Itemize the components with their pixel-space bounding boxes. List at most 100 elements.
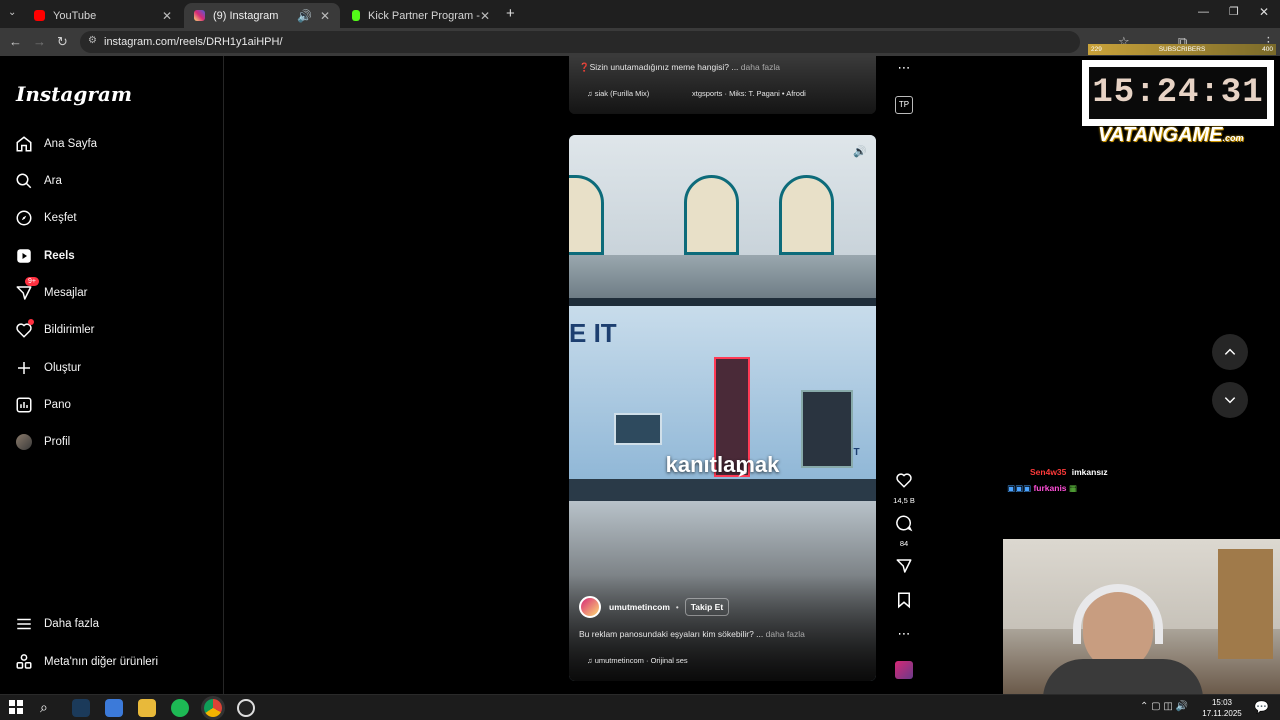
audio-text: umutmetincom · Orijinal ses	[594, 656, 688, 665]
close-tab-icon[interactable]: ✕	[162, 9, 172, 23]
author-username[interactable]: umutmetincom	[609, 602, 670, 612]
obs-icon[interactable]	[237, 699, 255, 717]
vatangame-logo: VATANGAME.com	[1098, 124, 1243, 147]
sidebar-item-search[interactable]: Ara	[14, 169, 62, 193]
site-info-icon[interactable]: ⚙	[88, 35, 97, 46]
mute-tab-icon[interactable]: 🔊	[297, 9, 312, 23]
chat-user: Sen4w35	[1030, 467, 1067, 477]
hamburger-icon	[14, 614, 34, 634]
reel-caption: Bu reklam panosundaki eşyaları kim sökeb…	[579, 629, 805, 639]
comment-icon	[896, 515, 913, 532]
home-icon	[14, 134, 34, 154]
store-icon[interactable]	[105, 699, 123, 717]
prev-reel-more-icon[interactable]: ⋯	[893, 60, 915, 76]
new-tab-button[interactable]: +	[506, 5, 515, 22]
system-tray-icons[interactable]: ⌃ ▢ ◫ 🔊	[1140, 701, 1188, 712]
sidebar-item-dashboard[interactable]: Pano	[14, 393, 71, 417]
previous-reel-audio[interactable]: ♫ siak (Furilla Mix)	[587, 89, 649, 98]
webcam-feed	[1003, 539, 1280, 694]
sidebar-item-profile[interactable]: Profil	[14, 430, 70, 454]
avatar-icon	[14, 432, 34, 452]
tab-youtube[interactable]: YouTube ✕	[24, 3, 182, 28]
close-tab-icon[interactable]: ✕	[320, 9, 330, 23]
sidebar-item-explore[interactable]: Keşfet	[14, 206, 77, 230]
balcony	[569, 255, 876, 300]
previous-reel-audio-2[interactable]: xtgsports · Miks: T. Pagani • Afrodi	[692, 89, 806, 98]
chat-message: ▣▣▣ furkanis ▦	[1007, 483, 1077, 494]
tab-title: Kick Partner Program - Kick Da	[368, 9, 480, 22]
save-button[interactable]	[893, 591, 915, 614]
audio-text: siak (Furilla Mix)	[594, 89, 650, 98]
file-explorer-icon[interactable]	[138, 699, 156, 717]
back-icon[interactable]: ←	[9, 34, 22, 49]
more-options-icon[interactable]: ⋯	[893, 626, 915, 642]
sidebar-item-home[interactable]: Ana Sayfa	[14, 132, 97, 156]
more-link[interactable]: daha fazla	[766, 629, 805, 639]
kick-icon	[352, 10, 361, 21]
notification-icon[interactable]: 💬	[1254, 700, 1269, 714]
windows-taskbar: ⌕ ⌃ ▢ ◫ 🔊 15:03 17.11.2025 💬	[0, 694, 1280, 720]
next-reel-button[interactable]	[1212, 382, 1248, 418]
spotify-icon[interactable]	[171, 699, 189, 717]
sidebar-item-reels[interactable]: Reels	[14, 244, 75, 268]
reels-icon	[14, 246, 34, 266]
prev-reel-audio-thumb[interactable]: TP	[893, 94, 915, 114]
taskbar-clock[interactable]: 15:03 17.11.2025	[1198, 697, 1246, 719]
window-far-left	[569, 175, 604, 255]
billboard-bottom	[569, 479, 876, 501]
chat-emote-icon: ▦	[1068, 483, 1077, 493]
browser-tabbar: ⌄ YouTube ✕ (9) Instagram 🔊 ✕ Kick Partn…	[0, 0, 1280, 28]
billboard-text-left: E IT	[569, 318, 617, 348]
share-button[interactable]	[893, 557, 915, 580]
plus-icon	[14, 358, 34, 378]
author-avatar[interactable]	[579, 596, 601, 618]
clock-time: 15:03	[1211, 698, 1233, 707]
audio-thumbnail[interactable]	[893, 661, 915, 684]
sidebar-item-label: Mesajlar	[44, 287, 88, 299]
minimize-button[interactable]: —	[1198, 6, 1209, 18]
sidebar-item-label: Meta'nın diğer ürünleri	[44, 656, 159, 668]
restore-button[interactable]: ❐	[1229, 5, 1239, 18]
address-bar[interactable]: ⚙ instagram.com/reels/DRH1y1aiHPH/	[80, 31, 1080, 53]
windows-start-icon[interactable]	[8, 699, 26, 717]
sidebar-item-notifications[interactable]: Bildirimler	[14, 318, 94, 342]
previous-reel-button[interactable]	[1212, 334, 1248, 370]
comment-button[interactable]: 84	[893, 514, 915, 548]
subscriber-current: 229	[1091, 46, 1102, 53]
sidebar-item-create[interactable]: Oluştur	[14, 356, 81, 380]
tab-list-button[interactable]: ⌄	[8, 7, 16, 18]
stream-clock: 15:24:31	[1089, 67, 1267, 119]
send-icon	[896, 559, 912, 573]
chrome-icon[interactable]	[204, 699, 222, 717]
sidebar-item-messages[interactable]: 9+ Mesajlar	[14, 277, 88, 305]
search-icon	[14, 171, 34, 191]
tab-kick[interactable]: Kick Partner Program - Kick Da ✕	[342, 3, 500, 28]
reload-icon[interactable]: ↻	[57, 34, 68, 50]
close-tab-icon[interactable]: ✕	[480, 9, 490, 23]
more-link[interactable]: daha fazla	[741, 62, 780, 72]
sidebar-item-label: Profil	[44, 436, 71, 448]
previous-reel[interactable]: ❓Sizin unutamadığınız meme hangisi? ... …	[569, 56, 876, 114]
compass-icon	[14, 208, 34, 228]
subscriber-goal: 400	[1262, 46, 1273, 53]
instagram-logo[interactable]: Instagram	[16, 82, 132, 106]
chevron-up-icon	[1224, 348, 1236, 355]
tab-instagram[interactable]: (9) Instagram 🔊 ✕	[184, 3, 340, 28]
separator-dot: •	[675, 602, 679, 612]
sidebar-more[interactable]: Daha fazla	[14, 612, 99, 636]
close-window-button[interactable]: ✕	[1259, 5, 1269, 19]
volume-icon[interactable]: 🔊	[853, 145, 867, 158]
music-note-icon: ♫	[587, 89, 593, 98]
sidebar-meta[interactable]: Meta'nın diğer ürünleri	[14, 650, 158, 674]
chart-icon	[14, 395, 34, 415]
instagram-sidebar: Instagram Ana Sayfa Ara Keşfet Reels 9+ …	[0, 56, 224, 694]
like-count: 14,5 B	[893, 496, 915, 505]
like-button[interactable]: 14,5 B	[893, 471, 915, 505]
steam-icon[interactable]	[72, 699, 90, 717]
subscriber-label: SUBSCRIBERS	[1158, 46, 1206, 53]
follow-button[interactable]: Takip Et	[684, 598, 730, 616]
reel-video[interactable]: E IT IF IT 🔊 kanıtlamak ➤ umutmetincom •…	[569, 135, 876, 681]
taskbar-search-icon[interactable]: ⌕	[40, 699, 58, 717]
reel-audio[interactable]: ♫ umutmetincom · Orijinal ses	[587, 656, 688, 665]
forward-icon[interactable]: →	[33, 34, 46, 49]
